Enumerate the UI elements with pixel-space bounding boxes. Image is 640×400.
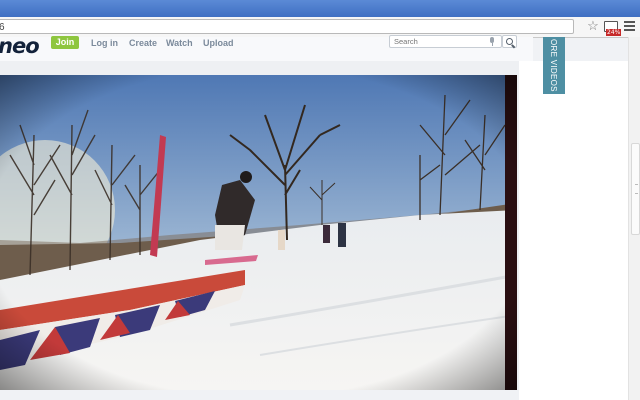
page-scrollbar[interactable] [628,37,640,400]
search-input[interactable] [389,35,502,48]
browser-toolbar: 6 [0,17,640,38]
scroll-thumb[interactable] [631,143,640,235]
search-button[interactable] [502,35,517,49]
hamburger-menu-icon[interactable] [624,21,635,32]
extension-icon[interactable]: 24% [604,21,622,36]
video-player[interactable] [0,75,517,390]
join-button[interactable]: Join [51,36,79,49]
video-frame [0,75,517,390]
browser-title-bar [0,0,640,17]
nav-login-link[interactable]: Log in [91,37,118,49]
nav-watch-link[interactable]: Watch [166,37,193,49]
nav-create-link[interactable]: Create [129,37,157,49]
address-bar[interactable]: 6 [0,19,574,34]
more-videos-tab[interactable]: ORE VIDEOS [543,37,565,94]
bookmark-star-icon[interactable]: ☆ [586,19,600,33]
extension-badge: 24% [606,29,622,36]
below-video-strip [0,390,519,400]
right-panel [519,61,628,400]
site-logo[interactable]: neo [0,34,40,58]
microphone-icon[interactable] [489,37,495,46]
nav-upload-link[interactable]: Upload [203,37,234,49]
